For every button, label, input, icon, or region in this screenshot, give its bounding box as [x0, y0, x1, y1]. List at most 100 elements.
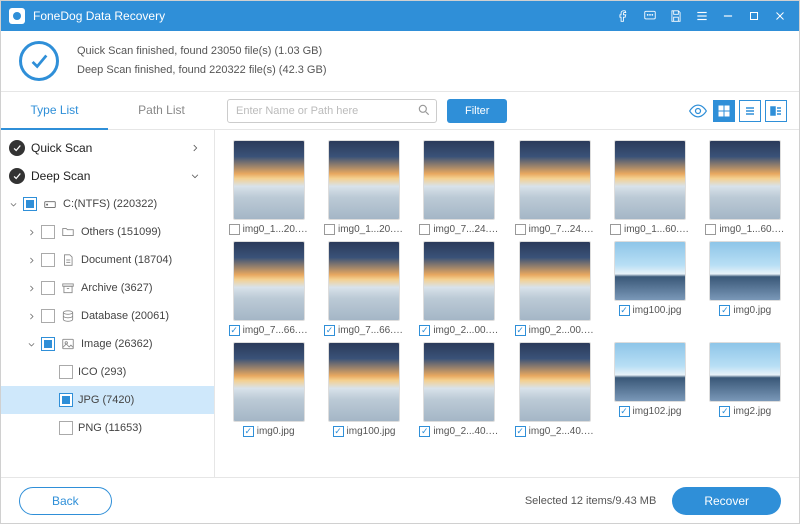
preview-icon[interactable]	[687, 100, 709, 122]
file-thumb[interactable]: img100.jpg	[318, 342, 409, 437]
file-thumb[interactable]: img0_1...60.jpg	[604, 140, 695, 235]
checkbox[interactable]	[23, 197, 37, 211]
checkbox[interactable]	[59, 365, 73, 379]
thumbnail-image[interactable]	[519, 342, 591, 422]
tree-document[interactable]: Document (18704)	[1, 246, 214, 274]
selection-info: Selected 12 items/9.43 MB	[525, 495, 656, 507]
file-thumb[interactable]: img0.jpg	[223, 342, 314, 437]
checkbox[interactable]	[41, 309, 55, 323]
file-checkbox[interactable]	[229, 325, 240, 336]
menu-icon[interactable]	[691, 5, 713, 27]
file-thumb[interactable]: img0_1...20.jpg	[223, 140, 314, 235]
tree-deep-scan[interactable]: Deep Scan	[1, 162, 214, 190]
filter-button[interactable]: Filter	[447, 99, 507, 123]
file-thumb[interactable]: img0_2...00.jpg	[509, 241, 600, 336]
file-checkbox[interactable]	[419, 224, 430, 235]
thumbnail-image[interactable]	[423, 342, 495, 422]
tab-path-list[interactable]: Path List	[108, 92, 215, 130]
file-checkbox[interactable]	[719, 305, 730, 316]
file-thumb[interactable]: img2.jpg	[700, 342, 791, 437]
thumbnail-image[interactable]	[614, 241, 686, 301]
file-checkbox[interactable]	[619, 305, 630, 316]
folder-icon	[60, 224, 76, 240]
file-checkbox[interactable]	[324, 325, 335, 336]
file-thumb[interactable]: img0.jpg	[700, 241, 791, 336]
thumbnail-image[interactable]	[614, 140, 686, 220]
search-input[interactable]	[227, 99, 437, 123]
file-checkbox[interactable]	[243, 426, 254, 437]
back-button[interactable]: Back	[19, 487, 112, 515]
file-name: img0_7...24.jpg	[529, 224, 595, 235]
tree-drive[interactable]: C:(NTFS) (220322)	[1, 190, 214, 218]
file-thumb[interactable]: img0_1...20.jpg	[318, 140, 409, 235]
tab-type-list[interactable]: Type List	[1, 92, 108, 130]
thumbnail-image[interactable]	[423, 140, 495, 220]
thumbnail-image[interactable]	[519, 241, 591, 321]
tree-ico[interactable]: ICO (293)	[1, 358, 214, 386]
feedback-icon[interactable]	[639, 5, 661, 27]
document-icon	[60, 252, 76, 268]
checkbox[interactable]	[41, 337, 55, 351]
tree-jpg[interactable]: JPG (7420)	[1, 386, 214, 414]
toolbar: Type List Path List Filter	[1, 92, 799, 130]
file-checkbox[interactable]	[515, 325, 526, 336]
checkbox[interactable]	[41, 281, 55, 295]
maximize-icon[interactable]	[743, 5, 765, 27]
checkbox[interactable]	[59, 393, 73, 407]
file-checkbox[interactable]	[419, 426, 430, 437]
file-checkbox[interactable]	[515, 426, 526, 437]
file-checkbox[interactable]	[515, 224, 526, 235]
view-list-button[interactable]	[739, 100, 761, 122]
file-checkbox[interactable]	[229, 224, 240, 235]
file-thumb[interactable]: img0_7...66.jpg	[318, 241, 409, 336]
thumbnail-image[interactable]	[233, 342, 305, 422]
file-checkbox[interactable]	[719, 406, 730, 417]
file-thumb[interactable]: img0_2...40.jpg	[509, 342, 600, 437]
save-icon[interactable]	[665, 5, 687, 27]
file-checkbox[interactable]	[610, 224, 621, 235]
checkbox[interactable]	[59, 421, 73, 435]
tree-archive[interactable]: Archive (3627)	[1, 274, 214, 302]
file-checkbox[interactable]	[419, 325, 430, 336]
minimize-icon[interactable]	[717, 5, 739, 27]
view-grid-button[interactable]	[713, 100, 735, 122]
thumbnail-image[interactable]	[423, 241, 495, 321]
file-checkbox[interactable]	[705, 224, 716, 235]
search-icon[interactable]	[417, 103, 431, 117]
file-thumb[interactable]: img0_7...24.jpg	[414, 140, 505, 235]
tree-others[interactable]: Others (151099)	[1, 218, 214, 246]
thumbnail-image[interactable]	[328, 140, 400, 220]
tree-image[interactable]: Image (26362)	[1, 330, 214, 358]
checkbox[interactable]	[41, 225, 55, 239]
tree-database[interactable]: Database (20061)	[1, 302, 214, 330]
file-checkbox[interactable]	[324, 224, 335, 235]
thumbnail-image[interactable]	[709, 140, 781, 220]
file-name: img0_7...66.jpg	[338, 325, 404, 336]
share-facebook-icon[interactable]	[613, 5, 635, 27]
thumbnail-image[interactable]	[233, 241, 305, 321]
sidebar-tree: Quick Scan Deep Scan C:(NTFS) (220322) O…	[1, 130, 215, 477]
file-thumb[interactable]: img100.jpg	[604, 241, 695, 336]
file-thumb[interactable]: img0_2...40.jpg	[414, 342, 505, 437]
thumbnail-image[interactable]	[328, 241, 400, 321]
file-thumb[interactable]: img0_1...60.jpg	[700, 140, 791, 235]
close-icon[interactable]	[769, 5, 791, 27]
file-thumb[interactable]: img0_7...24.jpg	[509, 140, 600, 235]
view-detail-button[interactable]	[765, 100, 787, 122]
file-thumb[interactable]: img0_2...00.jpg	[414, 241, 505, 336]
thumbnail-image[interactable]	[709, 342, 781, 402]
file-thumb[interactable]: img0_7...66.jpg	[223, 241, 314, 336]
file-checkbox[interactable]	[333, 426, 344, 437]
thumbnail-image[interactable]	[614, 342, 686, 402]
thumbnail-image[interactable]	[519, 140, 591, 220]
recover-button[interactable]: Recover	[672, 487, 781, 515]
thumbnail-image[interactable]	[233, 140, 305, 220]
chevron-right-icon	[23, 256, 39, 265]
thumbnail-image[interactable]	[328, 342, 400, 422]
checkbox[interactable]	[41, 253, 55, 267]
file-checkbox[interactable]	[619, 406, 630, 417]
thumbnail-image[interactable]	[709, 241, 781, 301]
tree-quick-scan[interactable]: Quick Scan	[1, 134, 214, 162]
tree-png[interactable]: PNG (11653)	[1, 414, 214, 442]
file-thumb[interactable]: img102.jpg	[604, 342, 695, 437]
